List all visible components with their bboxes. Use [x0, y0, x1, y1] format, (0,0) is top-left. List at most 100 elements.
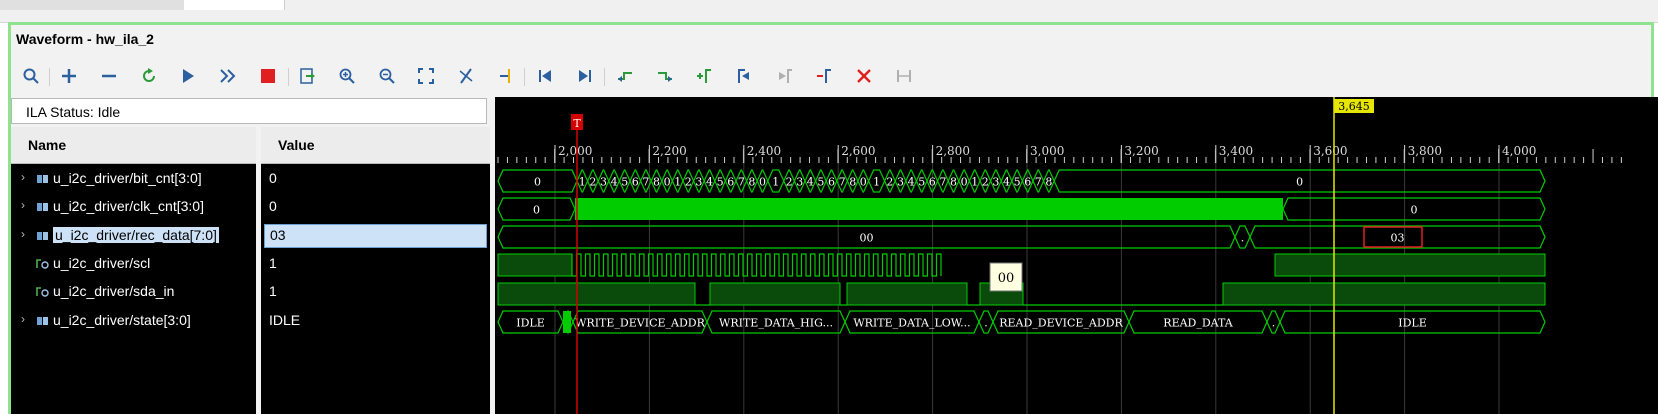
waveform-plot[interactable]: 2,000 2,200 2,400 2,600 2,800 3,000 3,200 3,400…	[495, 97, 1658, 414]
signal-value: IDLE	[269, 312, 301, 328]
bus-value-label: 7	[738, 176, 745, 189]
expand-arrow-icon[interactable]: ›	[21, 170, 25, 184]
bus-value-label: 6	[632, 176, 639, 189]
signal-value-row[interactable]: 0	[261, 195, 490, 219]
ruler-label: 2,800	[936, 144, 970, 158]
signal-row[interactable]: › u_i2c_driver/state[3:0]	[11, 309, 256, 333]
expand-arrow-icon[interactable]: ›	[21, 198, 25, 212]
add-marker-icon[interactable]	[691, 62, 717, 90]
bit-signal-icon	[36, 257, 50, 269]
ruler-label: 3,000	[1030, 144, 1064, 158]
bus-signal-icon	[36, 172, 50, 184]
ruler-label: 3,600	[1313, 144, 1347, 158]
bus-value-label: IDLE	[516, 317, 545, 330]
value-column-header[interactable]: Value	[261, 127, 490, 164]
next-transition-icon[interactable]	[652, 62, 678, 90]
bus-value-label: 8	[950, 176, 957, 189]
bus-value-label: 7	[1035, 176, 1042, 189]
bus-value-label: 5	[1014, 176, 1021, 189]
previous-transition-icon[interactable]	[612, 62, 638, 90]
bus-value-label: 0	[961, 176, 968, 189]
bus-value-label: .	[984, 317, 988, 330]
signal-row[interactable]: › u_i2c_driver/clk_cnt[3:0]	[11, 195, 256, 219]
delete-marker-icon[interactable]	[811, 62, 837, 90]
bus-value-label: IDLE	[1398, 317, 1427, 330]
refresh-icon[interactable]	[136, 62, 162, 90]
scl-high	[497, 253, 573, 277]
signal-name: u_i2c_driver/state[3:0]	[53, 312, 191, 328]
signal-row[interactable]: › u_i2c_driver/rec_data[7:0]	[11, 224, 256, 248]
go-to-end-icon[interactable]	[572, 62, 598, 90]
zoom-fit-icon[interactable]	[413, 62, 439, 90]
waveform-canvas[interactable]: 2,000 2,200 2,400 2,600 2,800 3,000 3,200 3,400…	[495, 97, 1658, 414]
name-column-header[interactable]: Name	[11, 127, 256, 164]
stop-icon[interactable]	[255, 62, 281, 90]
zoom-out-icon[interactable]	[374, 62, 400, 90]
bus-value-label: 0	[533, 204, 540, 217]
bus-value-label: 6	[727, 176, 734, 189]
editor-tab[interactable]	[0, 0, 37, 10]
bus-value-label: 8	[849, 176, 856, 189]
next-marker-icon[interactable]	[771, 62, 797, 90]
run-trigger-icon[interactable]	[175, 62, 201, 90]
editor-tab[interactable]	[36, 0, 185, 10]
bus-value-label: WRITE_DATA_HIG...	[719, 317, 833, 330]
bus-value-label: 00	[860, 232, 874, 245]
signal-row[interactable]: u_i2c_driver/sda_in	[11, 280, 256, 304]
expand-arrow-icon[interactable]: ›	[21, 227, 25, 241]
signal-value-row[interactable]: 03	[264, 224, 487, 248]
bus-value-label: 4	[807, 176, 814, 189]
run-immediate-icon[interactable]	[215, 62, 241, 90]
signal-row[interactable]: › u_i2c_driver/bit_cnt[3:0]	[11, 167, 256, 191]
bus-value-label: 6	[1024, 176, 1031, 189]
go-to-start-icon[interactable]	[532, 62, 558, 90]
bus-value-label: 3	[695, 176, 702, 189]
bus-value-label: 4	[908, 176, 915, 189]
previous-marker-icon[interactable]	[731, 62, 757, 90]
expand-arrow-icon[interactable]: ›	[21, 312, 25, 326]
signal-value: 1	[269, 255, 277, 271]
delete-all-icon[interactable]	[851, 62, 877, 90]
remove-icon[interactable]	[96, 62, 122, 90]
zoom-in-icon[interactable]	[334, 62, 360, 90]
bus-value-label: 0	[1411, 204, 1418, 217]
tooltip-text: 00	[998, 271, 1015, 286]
bus-value-label: WRITE_DEVICE_ADDR	[575, 317, 705, 330]
ruler-label: 3,400	[1219, 144, 1253, 158]
bus-value-label: 0	[759, 176, 766, 189]
bus-value-label: 2	[786, 176, 793, 189]
editor-tab-active[interactable]	[184, 0, 285, 10]
signal-row[interactable]: u_i2c_driver/scl	[11, 252, 256, 276]
search-icon[interactable]	[18, 62, 44, 90]
waveform-toolbar	[12, 62, 1652, 92]
bus-value-label: 2	[685, 176, 692, 189]
ruler-label: 2,000	[558, 144, 592, 158]
bus-value-label: 0	[860, 176, 867, 189]
bus-value-label: .	[1241, 232, 1245, 245]
bus-signal-icon	[36, 314, 50, 326]
bus-value-label: READ_DATA	[1163, 317, 1233, 330]
bus-value-label: 3	[796, 176, 803, 189]
signal-value-row[interactable]: 0	[261, 167, 490, 191]
export-icon[interactable]	[294, 62, 320, 90]
swap-icon[interactable]	[891, 62, 917, 90]
bus-value-label: 5	[717, 176, 724, 189]
bus-value-label: 5	[817, 176, 824, 189]
bus-value-label: 8	[748, 176, 755, 189]
ruler-label: 2,200	[652, 144, 686, 158]
bus-value-label: 2	[886, 176, 893, 189]
clk-cnt-busy-fill	[575, 198, 1283, 220]
signal-value-row[interactable]: 1	[261, 280, 490, 304]
bus-value-label: 7	[939, 176, 946, 189]
signal-value-row[interactable]: IDLE	[261, 309, 490, 333]
scl-clock-trace	[571, 253, 942, 277]
ruler-label: 2,600	[841, 144, 875, 158]
add-icon[interactable]	[56, 62, 82, 90]
bus-value-label: .	[1272, 317, 1276, 330]
bus-value-label: 5	[918, 176, 925, 189]
go-to-cursor-icon[interactable]	[493, 62, 519, 90]
signal-value-row[interactable]: 1	[261, 252, 490, 276]
cursor-remove-icon[interactable]	[453, 62, 479, 90]
scl-high	[1274, 253, 1546, 277]
ruler-label: 3,200	[1124, 144, 1158, 158]
